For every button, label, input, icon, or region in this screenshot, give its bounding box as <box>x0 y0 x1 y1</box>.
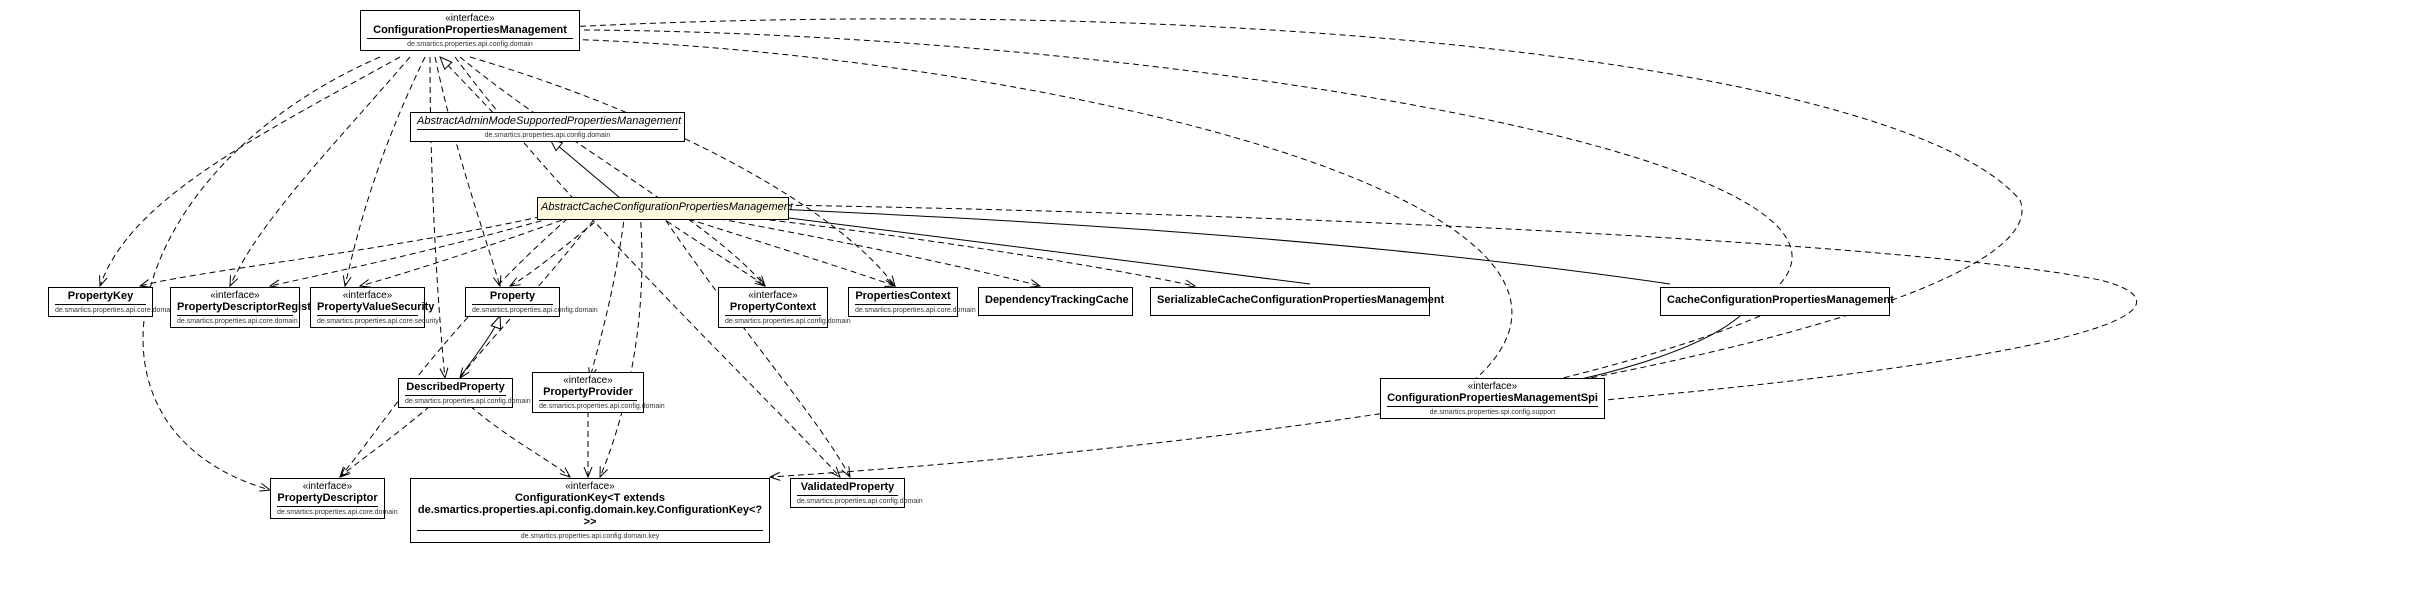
class-property-descriptor[interactable]: «interface» PropertyDescriptor de.smarti… <box>270 478 385 519</box>
class-configuration-properties-management[interactable]: «interface» ConfigurationPropertiesManag… <box>360 10 580 51</box>
class-title: ValidatedProperty <box>797 481 898 496</box>
class-property-descriptor-registry[interactable]: «interface» PropertyDescriptorRegistry d… <box>170 287 300 328</box>
class-package: de.smartics.properties.spi.config.suppor… <box>1387 408 1598 416</box>
class-title: PropertyValueSecurity <box>317 301 418 316</box>
class-title: AbstractCacheConfigurationPropertiesMana… <box>541 201 785 215</box>
class-configuration-key[interactable]: «interface» ConfigurationKey<T extends d… <box>410 478 770 543</box>
class-package: de.smartics.properties.api.config.domain <box>725 317 821 325</box>
class-title: DescribedProperty <box>405 381 506 396</box>
class-properties-context[interactable]: PropertiesContext de.smartics.properties… <box>848 287 958 317</box>
stereotype-label: «interface» <box>367 13 573 24</box>
class-title: PropertyDescriptor <box>277 492 378 507</box>
stereotype-label: «interface» <box>725 290 821 301</box>
class-property-provider[interactable]: «interface» PropertyProvider de.smartics… <box>532 372 644 413</box>
class-package: de.smartics.properties.api.config.domain <box>472 306 553 314</box>
class-abstract-admin-mode-supported-properties-management[interactable]: AbstractAdminModeSupportedPropertiesMana… <box>410 112 685 142</box>
class-cache-configuration-properties-management[interactable]: CacheConfigurationPropertiesManagement <box>1660 287 1890 316</box>
class-title: SerializableCacheConfigurationProperties… <box>1157 294 1423 308</box>
class-property-context[interactable]: «interface» PropertyContext de.smartics.… <box>718 287 828 328</box>
class-described-property[interactable]: DescribedProperty de.smartics.properties… <box>398 378 513 408</box>
class-package: de.smartics.properties.api.config.domain… <box>417 532 763 540</box>
stereotype-label: «interface» <box>539 375 637 386</box>
class-title: PropertyDescriptorRegistry <box>177 301 293 316</box>
stereotype-label: «interface» <box>277 481 378 492</box>
class-title: PropertyProvider <box>539 386 637 401</box>
class-package: de.smartics.properties.api.config.domain <box>539 402 637 410</box>
class-serializable-cache-configuration-properties-management[interactable]: SerializableCacheConfigurationProperties… <box>1150 287 1430 316</box>
class-package: de.smartics.properties.api.core.domain <box>277 508 378 516</box>
stereotype-label: «interface» <box>417 481 763 492</box>
class-package: de.smartics.properties.api.core.security <box>317 317 418 325</box>
class-configuration-properties-management-spi[interactable]: «interface» ConfigurationPropertiesManag… <box>1380 378 1605 419</box>
class-package: de.smartics.properties.api.config.domain <box>405 397 506 405</box>
class-title: ConfigurationPropertiesManagementSpi <box>1387 392 1598 407</box>
class-package: de.smartics.properties.api.core.domain <box>55 306 146 314</box>
class-title: Property <box>472 290 553 305</box>
class-dependency-tracking-cache[interactable]: DependencyTrackingCache <box>978 287 1133 316</box>
class-title: PropertiesContext <box>855 290 951 305</box>
class-title: DependencyTrackingCache <box>985 294 1126 308</box>
class-package: de.smartics.properties.api.config.domain <box>797 497 898 505</box>
class-validated-property[interactable]: ValidatedProperty de.smartics.properties… <box>790 478 905 508</box>
class-package: de.smartics.properties.api.config.domain <box>417 131 678 139</box>
class-package: de.smartics.properties.api.core.domain <box>177 317 293 325</box>
class-package: de.smartics.properties.api.config.domain <box>367 40 573 48</box>
class-title: PropertyKey <box>55 290 146 305</box>
class-abstract-cache-configuration-properties-management[interactable]: AbstractCacheConfigurationPropertiesMana… <box>537 197 789 220</box>
class-property-value-security[interactable]: «interface» PropertyValueSecurity de.sma… <box>310 287 425 328</box>
class-property-key[interactable]: PropertyKey de.smartics.properties.api.c… <box>48 287 153 317</box>
class-package: de.smartics.properties.api.core.domain <box>855 306 951 314</box>
class-title: PropertyContext <box>725 301 821 316</box>
class-property[interactable]: Property de.smartics.properties.api.conf… <box>465 287 560 317</box>
class-title: ConfigurationPropertiesManagement <box>367 24 573 39</box>
class-title: CacheConfigurationPropertiesManagement <box>1667 294 1883 308</box>
stereotype-label: «interface» <box>177 290 293 301</box>
stereotype-label: «interface» <box>1387 381 1598 392</box>
stereotype-label: «interface» <box>317 290 418 301</box>
class-title: AbstractAdminModeSupportedPropertiesMana… <box>417 115 678 130</box>
class-title: ConfigurationKey<T extends de.smartics.p… <box>417 492 763 531</box>
